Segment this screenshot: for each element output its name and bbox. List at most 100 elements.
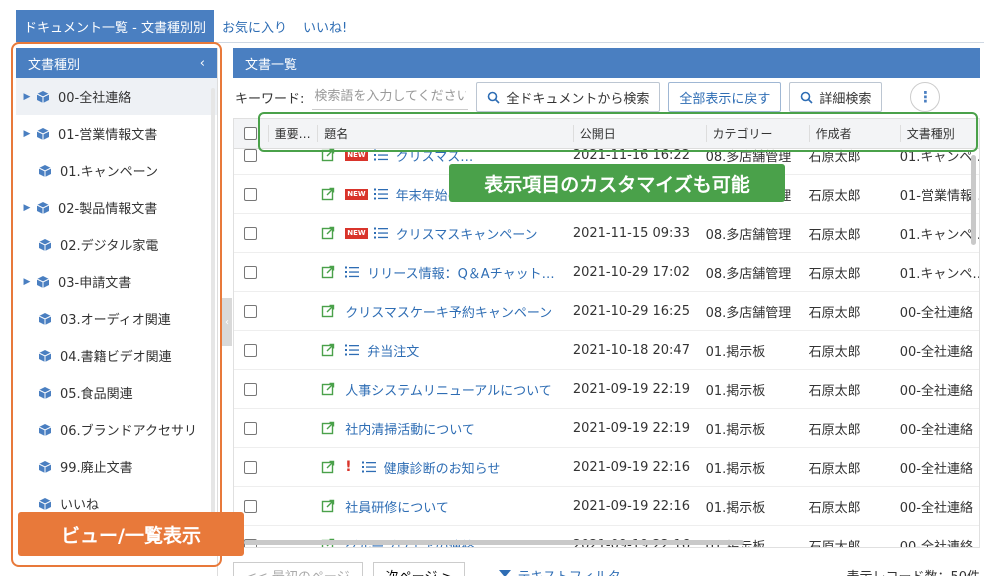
row-checkbox[interactable] — [244, 343, 258, 357]
panel-splitter-handle[interactable]: ‹ — [222, 298, 232, 346]
document-title-link[interactable]: クリスマスケーキ予約キャンペーン — [345, 302, 552, 321]
open-document-icon[interactable] — [321, 148, 335, 162]
row-checkbox[interactable] — [244, 226, 258, 240]
tab-1[interactable]: お気に入り — [214, 10, 295, 42]
document-title-link[interactable]: 健康診断のお知らせ — [384, 458, 501, 477]
column-title[interactable]: 題名 — [317, 125, 573, 142]
column-category[interactable]: カテゴリー — [705, 125, 809, 142]
published-cell: 2021-09-19 22:16 — [572, 459, 690, 475]
table-vertical-scrollbar[interactable] — [971, 155, 976, 545]
keyword-input[interactable] — [312, 84, 469, 110]
sidebar-item-1[interactable]: ▶ 01-営業情報文書 — [16, 115, 217, 152]
collapse-icon[interactable]: ‹ — [200, 56, 205, 71]
filter-icon — [499, 569, 512, 576]
sidebar-tree: ▶ 00-全社連絡 ▶ 01-営業情報文書 01.キャンペーン ▶ 02-製品情報文書 02.… — [16, 78, 217, 559]
author-cell: 石原太郎 — [808, 305, 861, 321]
document-title-link[interactable]: 社内清掃活動について — [345, 419, 475, 438]
cube-icon — [38, 312, 52, 325]
main-header: 文書一覧 — [233, 48, 980, 78]
table-row[interactable]: リリース情報：Q＆Aチャット… 2021-10-29 17:02 08.多店舗管理石… — [234, 253, 979, 292]
open-document-icon[interactable] — [321, 187, 335, 201]
scroll-thumb[interactable] — [971, 155, 976, 245]
row-select-cell — [234, 148, 268, 162]
column-doc-type[interactable]: 文書種別 — [899, 125, 979, 142]
search-all-button[interactable]: 全ドキュメントから検索 — [476, 82, 661, 112]
sidebar-item-9[interactable]: 06.ブランドアクセサリ — [16, 411, 217, 448]
author-cell: 石原太郎 — [808, 266, 861, 282]
title-cell: リリース情報：Q＆Aチャット… — [317, 263, 573, 282]
more-options-icon[interactable]: ⋮ — [910, 82, 941, 112]
published-cell: 2021-10-18 20:47 — [572, 342, 690, 358]
document-title-link[interactable]: クリスマス… — [396, 146, 474, 165]
table-row[interactable]: 弁当注文 2021-10-18 20:47 01.掲示板 石原太郎 00-全社連絡 — [234, 331, 979, 370]
row-checkbox[interactable] — [244, 460, 258, 474]
sidebar-item-3[interactable]: ▶ 02-製品情報文書 — [16, 189, 217, 226]
author-cell: 石原太郎 — [808, 539, 861, 548]
list-icon — [373, 227, 388, 239]
row-checkbox[interactable] — [244, 499, 258, 513]
expand-arrow-icon[interactable]: ▶ — [20, 203, 34, 213]
sidebar-item-0[interactable]: ▶ 00-全社連絡 — [16, 78, 217, 115]
document-title-link[interactable]: 人事システムリニューアルについて — [345, 380, 552, 399]
callout-label-view: ビュー/一覧表示 — [18, 512, 244, 556]
open-document-icon[interactable] — [321, 265, 335, 279]
callout-label-customize: 表示項目のカスタマイズも可能 — [449, 164, 785, 202]
column-importance[interactable]: 重要… — [267, 125, 318, 142]
open-document-icon[interactable] — [321, 460, 335, 474]
sidebar-item-2[interactable]: 01.キャンペーン — [16, 152, 217, 189]
expand-arrow-icon[interactable]: ▶ — [20, 129, 34, 139]
select-all-checkbox[interactable] — [244, 127, 258, 140]
tab-2[interactable]: いいね! — [295, 10, 355, 42]
sidebar-item-6[interactable]: 03.オーディオ関連 — [16, 300, 217, 337]
row-checkbox[interactable] — [244, 148, 258, 162]
column-published[interactable]: 公開日 — [572, 125, 706, 142]
table-row[interactable]: 人事システムリニューアルについて 2021-09-19 22:19 01.掲示板 石原… — [234, 370, 979, 409]
doc-type-cell: 00-全社連絡 — [899, 383, 973, 399]
select-all-cell — [234, 127, 268, 140]
search-toolbar: キーワード: 全ドキュメントから検索 全部表示に戻す 詳細検索 ⋮ — [233, 78, 980, 116]
expand-arrow-icon[interactable]: ▶ — [20, 92, 34, 102]
document-title-link[interactable]: 弁当注文 — [367, 341, 419, 360]
table-row[interactable]: 社員研修について 2021-09-19 22:16 01.掲示板 石原太郎 00-全社連… — [234, 487, 979, 526]
table-row[interactable]: クリスマスケーキ予約キャンペーン 2021-10-29 16:25 08.多店舗管理… — [234, 292, 979, 331]
table-row[interactable]: 社内清掃活動について 2021-09-19 22:19 01.掲示板 石原太郎 00-全… — [234, 409, 979, 448]
row-checkbox[interactable] — [244, 265, 258, 279]
sidebar-item-7[interactable]: 04.書籍ビデオ関連 — [16, 337, 217, 374]
document-title-link[interactable]: リリース情報：Q＆Aチャット… — [367, 263, 554, 282]
open-document-icon[interactable] — [321, 499, 335, 513]
row-checkbox[interactable] — [244, 382, 258, 396]
row-select-cell — [234, 187, 268, 201]
open-document-icon[interactable] — [321, 226, 335, 240]
open-document-icon[interactable] — [321, 343, 335, 357]
author-cell: 石原太郎 — [808, 188, 861, 204]
open-document-icon[interactable] — [321, 304, 335, 318]
document-title-link[interactable]: クリスマスキャンペーン — [396, 224, 538, 243]
sidebar-item-10[interactable]: 99.廃止文書 — [16, 448, 217, 485]
expand-arrow-icon[interactable]: ▶ — [20, 277, 34, 287]
open-document-icon[interactable] — [321, 382, 335, 396]
column-author[interactable]: 作成者 — [808, 125, 900, 142]
row-checkbox[interactable] — [244, 421, 258, 435]
document-title-link[interactable]: 社員研修について — [345, 497, 449, 516]
text-filter-toggle[interactable]: テキストフィルタ — [499, 566, 621, 576]
table-row[interactable]: ! 健康診断のお知らせ 2021-09-19 22:16 01.掲示板 石原太郎 00-全… — [234, 448, 979, 487]
sidebar-scrollbar[interactable] — [211, 88, 215, 548]
table-horizontal-scrollbar[interactable] — [244, 540, 744, 545]
tab-0[interactable]: ドキュメント一覧 - 文書種別別 — [16, 10, 214, 42]
sidebar-item-8[interactable]: 05.食品関連 — [16, 374, 217, 411]
row-checkbox[interactable] — [244, 304, 258, 318]
category-cell: 08.多店舗管理 — [705, 149, 792, 165]
first-page-button[interactable]: << 最初のページ — [233, 562, 363, 576]
top-tabs: ドキュメント一覧 - 文書種別別 お気に入り いいね! — [16, 10, 355, 42]
open-document-icon[interactable] — [321, 421, 335, 435]
row-checkbox[interactable] — [244, 187, 258, 201]
title-cell: NEW クリスマスキャンペーン — [317, 224, 573, 243]
category-cell: 08.多店舗管理 — [705, 305, 792, 321]
next-page-button[interactable]: 次ページ > — [372, 562, 466, 576]
sidebar-item-4[interactable]: 02.デジタル家電 — [16, 226, 217, 263]
sidebar-item-5[interactable]: ▶ 03-申請文書 — [16, 263, 217, 300]
row-select-cell — [234, 499, 268, 513]
show-all-button[interactable]: 全部表示に戻す — [668, 82, 782, 112]
table-row[interactable]: NEW クリスマスキャンペーン 2021-11-15 09:33 08.多店舗管理 石原… — [234, 214, 979, 253]
advanced-search-button[interactable]: 詳細検索 — [789, 82, 883, 112]
